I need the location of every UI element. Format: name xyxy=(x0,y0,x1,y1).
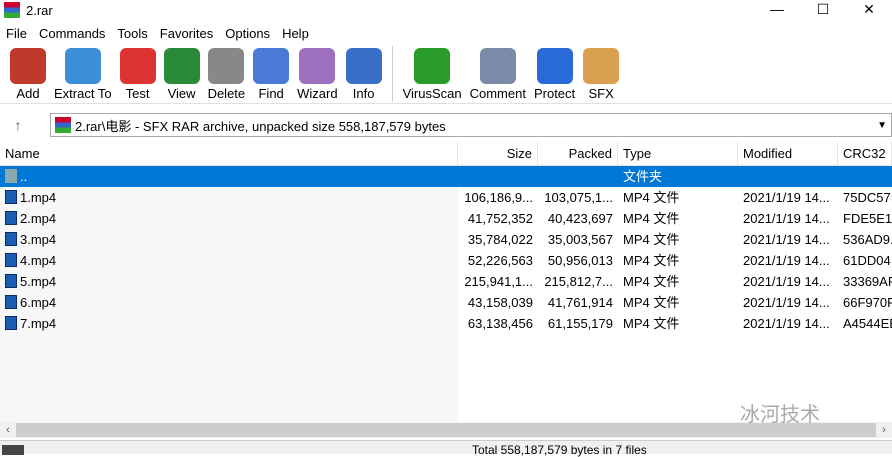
file-row[interactable]: 3.mp4 35,784,022 35,003,567 MP4 文件 2021/… xyxy=(0,229,892,250)
file-row[interactable]: 1.mp4 106,186,9... 103,075,1... MP4 文件 2… xyxy=(0,187,892,208)
watermark: 冰河技术 xyxy=(740,404,820,426)
scroll-right-icon[interactable]: › xyxy=(876,424,892,436)
file-row[interactable]: 5.mp4 215,941,1... 215,812,7... MP4 文件 2… xyxy=(0,271,892,292)
menu-commands[interactable]: Commands xyxy=(33,26,111,41)
delete-button[interactable]: Delete xyxy=(204,44,250,101)
folder-icon xyxy=(5,169,17,183)
status-text: Total 558,187,579 bytes in 7 files xyxy=(472,443,647,457)
video-file-icon xyxy=(5,274,17,288)
magnifier-icon xyxy=(253,48,290,84)
book-icon xyxy=(163,48,200,84)
column-packed[interactable]: Packed xyxy=(538,142,618,165)
parent-folder-row[interactable]: .. 文件夹 xyxy=(0,166,892,187)
archive-icon xyxy=(55,117,71,133)
menu-file[interactable]: File xyxy=(0,26,33,41)
file-row[interactable]: 2.mp4 41,752,352 40,423,697 MP4 文件 2021/… xyxy=(0,208,892,229)
view-button[interactable]: View xyxy=(160,44,204,101)
comment-button[interactable]: Comment xyxy=(466,44,530,101)
test-button[interactable]: Test xyxy=(116,44,160,101)
extract-folder-icon xyxy=(64,48,101,84)
sfx-box-icon xyxy=(583,48,620,84)
maximize-button[interactable]: ☐ xyxy=(800,0,846,20)
file-row[interactable]: 4.mp4 52,226,563 50,956,013 MP4 文件 2021/… xyxy=(0,250,892,271)
toolbar: Add Extract To Test View Delete Find Wizard Inf… xyxy=(0,44,892,104)
wand-icon xyxy=(299,48,336,84)
virus-icon xyxy=(414,48,451,84)
column-name[interactable]: Name xyxy=(0,142,458,165)
info-icon xyxy=(345,48,382,84)
video-file-icon xyxy=(5,232,17,246)
add-button[interactable]: Add xyxy=(6,44,50,101)
file-list: ^ Name Size Packed Type Modified CRC32 .… xyxy=(0,142,892,422)
menu-bar: File Commands Tools Favorites Options Help xyxy=(0,22,892,44)
find-button[interactable]: Find xyxy=(249,44,293,101)
column-size[interactable]: Size xyxy=(458,142,538,165)
window-title: 2.rar xyxy=(26,2,53,18)
title-bar: 2.rar — ☐ ✕ xyxy=(0,0,892,20)
chevron-down-icon[interactable]: ▼ xyxy=(877,120,887,131)
protect-button[interactable]: Protect xyxy=(530,44,579,101)
add-icon xyxy=(10,48,46,84)
video-file-icon xyxy=(5,253,17,267)
scroll-left-icon[interactable]: ‹ xyxy=(0,424,16,436)
column-headers: ^ Name Size Packed Type Modified CRC32 xyxy=(0,142,892,166)
status-bar: Total 558,187,579 bytes in 7 files xyxy=(0,440,892,457)
wizard-button[interactable]: Wizard xyxy=(293,44,341,101)
menu-tools[interactable]: Tools xyxy=(111,26,153,41)
comment-icon xyxy=(479,48,516,84)
file-row[interactable]: 7.mp4 63,138,456 61,155,179 MP4 文件 2021/… xyxy=(0,313,892,334)
sort-arrow-icon: ^ xyxy=(224,142,229,147)
toolbar-separator xyxy=(391,46,393,102)
path-field[interactable]: 2.rar\电影 - SFX RAR archive, unpacked siz… xyxy=(50,113,892,137)
video-file-icon xyxy=(5,295,17,309)
column-type[interactable]: Type xyxy=(618,142,738,165)
test-clipboard-icon xyxy=(119,48,156,84)
info-button[interactable]: Info xyxy=(342,44,386,101)
virusscan-button[interactable]: VirusScan xyxy=(399,44,466,101)
column-modified[interactable]: Modified xyxy=(738,142,838,165)
up-arrow-icon[interactable]: ↑ xyxy=(0,117,36,133)
menu-help[interactable]: Help xyxy=(276,26,315,41)
menu-favorites[interactable]: Favorites xyxy=(154,26,219,41)
sfx-button[interactable]: SFX xyxy=(579,44,623,101)
trash-icon xyxy=(208,48,245,84)
video-file-icon xyxy=(5,190,17,204)
address-bar: ↑ 2.rar\电影 - SFX RAR archive, unpacked s… xyxy=(0,112,892,138)
video-file-icon xyxy=(5,211,17,225)
path-text: 2.rar\电影 - SFX RAR archive, unpacked siz… xyxy=(75,118,446,134)
column-crc32[interactable]: CRC32 xyxy=(838,142,892,165)
minimize-button[interactable]: — xyxy=(754,0,800,20)
winrar-app-icon xyxy=(4,2,20,18)
extract-to-button[interactable]: Extract To xyxy=(50,44,116,101)
shield-icon xyxy=(536,48,573,84)
menu-options[interactable]: Options xyxy=(219,26,276,41)
video-file-icon xyxy=(5,316,17,330)
close-button[interactable]: ✕ xyxy=(846,0,892,20)
file-row[interactable]: 6.mp4 43,158,039 41,761,914 MP4 文件 2021/… xyxy=(0,292,892,313)
